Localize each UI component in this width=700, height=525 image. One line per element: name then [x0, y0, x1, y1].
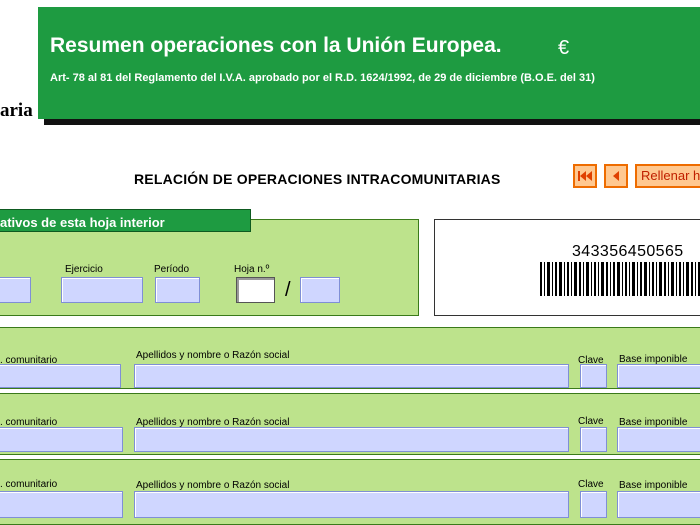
first-page-button[interactable]: [573, 164, 597, 188]
name-field[interactable]: [134, 364, 569, 388]
base-field[interactable]: [617, 491, 700, 518]
periodo-label: Período: [154, 264, 190, 275]
logo-text: aria: [0, 100, 33, 121]
base-field[interactable]: [617, 427, 700, 452]
clave-field[interactable]: [580, 427, 607, 452]
identification-tab-label: ativos de esta hoja interior: [0, 215, 165, 230]
barcode-image: [540, 262, 700, 296]
clave-field[interactable]: [580, 491, 607, 518]
hoja-label: Hoja n.º: [234, 264, 270, 275]
hoja-separator: /: [285, 279, 291, 301]
nif-field[interactable]: [0, 364, 121, 388]
clave-label: Clave: [578, 416, 604, 427]
page-title: Resumen operaciones con la Unión Europea…: [50, 34, 502, 57]
name-field[interactable]: [134, 427, 569, 452]
base-field[interactable]: [617, 364, 700, 388]
first-page-icon: [578, 171, 592, 181]
periodo-field[interactable]: [155, 277, 200, 303]
nif-field[interactable]: [0, 277, 31, 303]
euro-icon: €: [558, 37, 570, 59]
fill-sheet-button[interactable]: Rellenar h: [635, 164, 700, 188]
page-subtitle: Art- 78 al 81 del Reglamento del I.V.A. …: [50, 72, 595, 84]
nif-label: . comunitario: [0, 479, 58, 490]
base-label: Base imponible: [619, 480, 688, 491]
ejercicio-field[interactable]: [61, 277, 143, 303]
clave-label: Clave: [578, 479, 604, 490]
section-title: RELACIÓN DE OPERACIONES INTRACOMUNITARIA…: [134, 171, 501, 187]
nif-field[interactable]: [0, 491, 123, 518]
name-label: Apellidos y nombre o Razón social: [136, 350, 290, 361]
name-field[interactable]: [134, 491, 569, 518]
name-label: Apellidos y nombre o Razón social: [136, 480, 290, 491]
header-banner: [38, 7, 700, 119]
barcode-number: 343356450565: [572, 243, 684, 260]
hoja-total-field[interactable]: [300, 277, 340, 303]
ejercicio-label: Ejercicio: [65, 264, 103, 275]
nif-field[interactable]: [0, 427, 123, 452]
hoja-number-field[interactable]: [236, 277, 275, 303]
previous-page-button[interactable]: [604, 164, 628, 188]
clave-field[interactable]: [580, 364, 607, 388]
previous-page-icon: [613, 171, 619, 181]
